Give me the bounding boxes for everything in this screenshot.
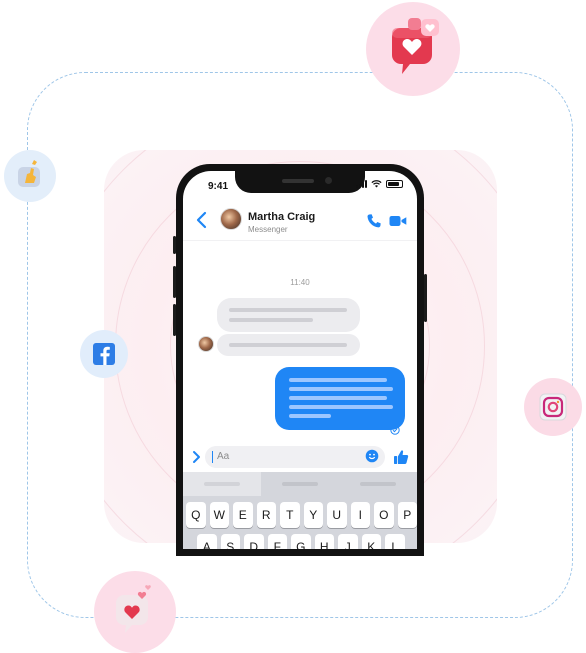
keyboard-suggestion[interactable] [183,472,261,496]
status-time: 9:41 [208,181,229,192]
seen-check-icon [390,425,400,435]
signal-icon [356,180,367,188]
keyboard-key[interactable]: Q [186,502,206,528]
wave-badge [4,150,56,202]
heart-notification-badge [366,2,460,96]
keyboard-suggestion[interactable] [339,472,417,496]
hand-wave-icon [18,160,40,187]
phone-call-icon[interactable] [366,213,382,229]
keyboard-key[interactable]: L [385,534,405,549]
contact-avatar[interactable] [220,208,242,230]
keyboard-suggestion-bar [183,472,417,496]
keyboard-key[interactable]: Y [303,502,323,528]
instagram-badge [524,378,582,436]
chevron-right-icon[interactable] [191,450,201,464]
heart-bubble-icon [116,585,151,633]
keyboard-key[interactable]: A [197,534,217,549]
battery-icon [386,180,403,188]
thumbs-up-icon[interactable] [393,449,409,465]
keyboard-key[interactable]: R [256,502,276,528]
keyboard-key[interactable]: G [291,534,311,549]
keyboard-key[interactable]: K [361,534,381,549]
incoming-message-bubble[interactable] [217,334,360,356]
incoming-message-bubble[interactable] [217,298,360,332]
keyboard-key[interactable]: S [220,534,240,549]
phone-mockup: 9:41 Martha Craig Messenger 11:40 Aa Q W… [173,164,427,556]
keyboard-key[interactable]: U [327,502,347,528]
message-input[interactable]: Aa [205,446,385,468]
back-icon[interactable] [195,211,209,229]
keyboard-key[interactable]: E [233,502,253,528]
keyboard-row-2: ASDFGHJKL [197,534,405,549]
keyboard-key[interactable]: H [314,534,334,549]
chat-header: Martha Craig Messenger [183,201,417,241]
wifi-icon [371,180,382,188]
incoming-sender-avatar [198,336,214,352]
facebook-icon [93,343,115,365]
heart-bubble-badge [94,571,176,653]
keyboard-key[interactable]: P [397,502,417,528]
keyboard-key[interactable]: J [338,534,358,549]
contact-subtitle: Messenger [248,225,288,234]
keyboard-key[interactable]: F [267,534,287,549]
keyboard-suggestion[interactable] [261,472,339,496]
message-timestamp: 11:40 [290,278,310,287]
illustration-stage: 9:41 Martha Craig Messenger 11:40 Aa Q W… [0,0,586,653]
phone-screen: 9:41 Martha Craig Messenger 11:40 Aa Q W… [183,171,417,549]
emoji-icon[interactable] [365,449,379,463]
outgoing-message-bubble[interactable] [275,367,405,430]
keyboard-key[interactable]: O [374,502,394,528]
message-composer: Aa [183,442,417,472]
facebook-badge [80,330,128,378]
text-cursor [212,451,213,463]
keyboard-key[interactable]: T [280,502,300,528]
video-call-icon[interactable] [389,214,407,228]
on-screen-keyboard: QWERTYUIOP ASDFGHJKL [183,472,417,549]
message-input-placeholder: Aa [217,451,230,462]
keyboard-key[interactable]: D [244,534,264,549]
keyboard-key[interactable]: I [350,502,370,528]
heart-like-notification-icon [392,18,439,74]
keyboard-row-1: QWERTYUIOP [186,502,417,528]
phone-notch [235,171,365,193]
keyboard-key[interactable]: W [209,502,229,528]
status-icons [356,180,403,188]
instagram-icon [539,393,567,421]
contact-name[interactable]: Martha Craig [248,211,315,223]
